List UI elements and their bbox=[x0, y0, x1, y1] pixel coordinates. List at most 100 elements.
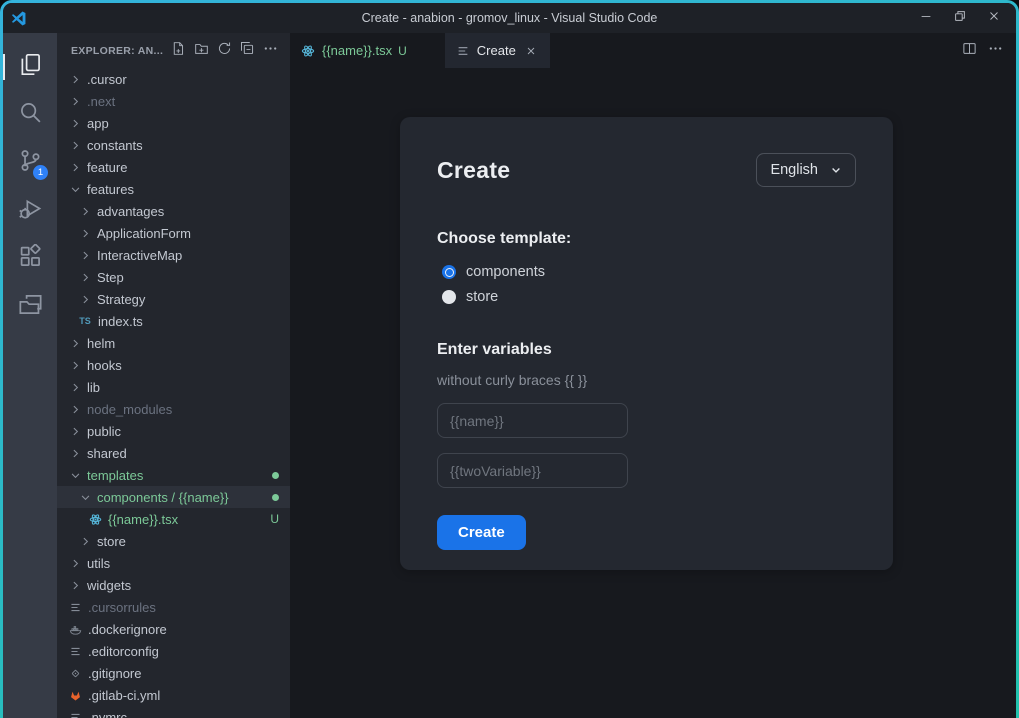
editor-actions bbox=[958, 33, 1016, 68]
tree-item-label: index.ts bbox=[98, 313, 143, 329]
template-option-store[interactable]: store bbox=[437, 289, 856, 305]
collapse-all-button[interactable] bbox=[237, 41, 257, 61]
tree-item[interactable]: Strategy bbox=[57, 288, 290, 310]
tree-item-label: templates bbox=[87, 467, 144, 483]
tree-item-label: .editorconfig bbox=[88, 643, 159, 659]
chevron-right-icon bbox=[67, 555, 83, 571]
tab-create[interactable]: Create bbox=[444, 33, 550, 68]
tree-item[interactable]: TS index.ts bbox=[57, 310, 290, 332]
tree-item[interactable]: public bbox=[57, 420, 290, 442]
typescript-file-icon: TS bbox=[79, 316, 91, 326]
react-icon bbox=[300, 43, 316, 59]
tree-item[interactable]: Step bbox=[57, 266, 290, 288]
tree-item[interactable]: .editorconfig bbox=[57, 640, 290, 662]
tree-item[interactable]: utils bbox=[57, 552, 290, 574]
more-actions-button[interactable] bbox=[984, 40, 1006, 62]
close-tab-button[interactable] bbox=[522, 42, 540, 60]
tree-item[interactable]: advantages bbox=[57, 200, 290, 222]
chevron-right-icon bbox=[77, 225, 93, 241]
new-file-button[interactable] bbox=[168, 41, 188, 61]
gitlab-file-icon bbox=[67, 687, 83, 703]
git-file-icon bbox=[67, 665, 83, 681]
split-editor-button[interactable] bbox=[958, 40, 980, 62]
activity-item-search[interactable] bbox=[3, 91, 57, 139]
chevron-right-icon bbox=[77, 533, 93, 549]
tree-item[interactable]: templates bbox=[57, 464, 290, 486]
tree-item[interactable]: ApplicationForm bbox=[57, 222, 290, 244]
radio-selected-icon[interactable] bbox=[442, 265, 456, 279]
create-button[interactable]: Create bbox=[437, 515, 526, 550]
editor-area: Create English Choose template: componen… bbox=[290, 68, 1016, 718]
chevron-down-icon bbox=[67, 181, 83, 197]
tree-item[interactable]: InteractiveMap bbox=[57, 244, 290, 266]
tree-item-label: Strategy bbox=[97, 291, 146, 307]
more-icon bbox=[988, 41, 1003, 61]
language-select[interactable]: English bbox=[756, 153, 856, 187]
more-actions-button[interactable] bbox=[260, 41, 280, 61]
tab--name-tsx[interactable]: {{name}}.tsx U bbox=[290, 33, 445, 68]
chevron-right-icon bbox=[67, 93, 83, 109]
template-option-components[interactable]: components bbox=[437, 264, 856, 280]
activity-bar: 1 bbox=[3, 33, 57, 718]
webview-title: Create bbox=[437, 156, 511, 183]
tree-item[interactable]: lib bbox=[57, 376, 290, 398]
tab-bar: {{name}}.tsx U Create bbox=[290, 33, 1016, 68]
vscode-logo-icon[interactable] bbox=[3, 10, 33, 27]
tree-item[interactable]: feature bbox=[57, 156, 290, 178]
chevron-right-icon bbox=[67, 445, 83, 461]
tree-item[interactable]: .nvmrc bbox=[57, 706, 290, 718]
tree-item[interactable]: shared bbox=[57, 442, 290, 464]
tree-item-label: .cursor bbox=[87, 71, 127, 87]
chevron-right-icon bbox=[67, 335, 83, 351]
tree-item[interactable]: {{name}}.tsx U bbox=[57, 508, 290, 530]
window-controls bbox=[912, 6, 1016, 30]
radio-unselected-icon[interactable] bbox=[442, 290, 456, 304]
tab-label: Create bbox=[476, 43, 516, 58]
tree-item[interactable]: app bbox=[57, 112, 290, 134]
collapse-all-icon bbox=[240, 41, 255, 61]
refresh-button[interactable] bbox=[214, 41, 234, 61]
git-modified-dot bbox=[272, 493, 279, 501]
split-editor-icon bbox=[962, 41, 977, 61]
tree-item[interactable]: .gitlab-ci.yml bbox=[57, 684, 290, 706]
variable-input-2[interactable] bbox=[437, 453, 628, 488]
tab-label: {{name}}.tsx bbox=[322, 43, 393, 58]
tree-item[interactable]: .cursorrules bbox=[57, 596, 290, 618]
folder-library-icon bbox=[18, 292, 43, 322]
tree-item[interactable]: .next bbox=[57, 90, 290, 112]
tree-item[interactable]: components / {{name}} bbox=[57, 486, 290, 508]
tree-item[interactable]: constants bbox=[57, 134, 290, 156]
new-folder-button[interactable] bbox=[191, 41, 211, 61]
tree-item-label: constants bbox=[87, 137, 143, 153]
list-file-icon bbox=[67, 709, 83, 718]
list-file-icon bbox=[67, 599, 83, 615]
tree-item[interactable]: node_modules bbox=[57, 398, 290, 420]
tree-item[interactable]: widgets bbox=[57, 574, 290, 596]
tree-item-label: components / {{name}} bbox=[97, 489, 229, 505]
tree-item[interactable]: .cursor bbox=[57, 68, 290, 90]
activity-item-run-debug[interactable] bbox=[3, 187, 57, 235]
tree-item-label: advantages bbox=[97, 203, 165, 219]
tree-item[interactable]: .gitignore bbox=[57, 662, 290, 684]
tab-git-badge: U bbox=[398, 43, 407, 58]
tree-item[interactable]: .dockerignore bbox=[57, 618, 290, 640]
chevron-right-icon bbox=[67, 115, 83, 131]
activity-item-source-control[interactable]: 1 bbox=[3, 139, 57, 187]
more-icon bbox=[263, 41, 278, 61]
variable-input-1[interactable] bbox=[437, 403, 628, 438]
tree-item[interactable]: hooks bbox=[57, 354, 290, 376]
minimize-button[interactable] bbox=[912, 6, 940, 30]
chevron-right-icon bbox=[77, 247, 93, 263]
activity-item-explorer[interactable] bbox=[3, 43, 57, 91]
activity-item-extensions[interactable] bbox=[3, 235, 57, 283]
close-button[interactable] bbox=[980, 6, 1008, 30]
chevron-down-icon bbox=[832, 168, 840, 173]
template-options: components store bbox=[437, 264, 856, 305]
restore-button[interactable] bbox=[946, 6, 974, 30]
chevron-right-icon bbox=[77, 291, 93, 307]
activity-item-folders[interactable] bbox=[3, 283, 57, 331]
extensions-icon bbox=[18, 243, 43, 274]
tree-item[interactable]: helm bbox=[57, 332, 290, 354]
tree-item[interactable]: store bbox=[57, 530, 290, 552]
tree-item[interactable]: features bbox=[57, 178, 290, 200]
